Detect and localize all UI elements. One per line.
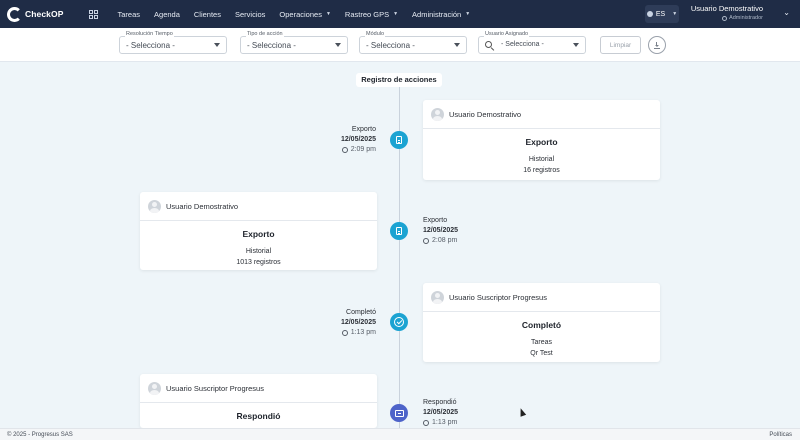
assigned-user-value: - Selecciona - [501,41,544,48]
caret-down-icon: ▼ [672,11,678,17]
file-export-icon [396,227,402,235]
card-title: Exporto [525,137,558,147]
nav-item-clientes[interactable]: Clientes [187,10,228,19]
language-selector[interactable]: ES ▼ [645,5,679,23]
caret-down-icon: ▼ [465,11,471,17]
action-type-label: Tipo de acción [246,31,284,38]
card-line: Tareas [530,339,552,346]
brand-logo[interactable]: CheckOP [7,6,64,22]
nav-item-servicios[interactable]: Servicios [228,10,272,19]
checkop-logo-icon [7,6,22,22]
mouse-cursor-icon [517,407,527,417]
caret-down-icon: ▼ [393,11,399,17]
resolution-select[interactable]: Resolución Tiempo - Selecciona - [119,31,227,54]
nav-item-rastreo-gps[interactable]: Rastreo GPS ▼ [338,10,405,19]
action-type-value: - Selecciona - [247,41,296,50]
event-meta: Exporto 12/05/2025 2:08 pm [423,217,459,244]
clock-icon [341,330,348,336]
user-role: Administrador [691,15,763,21]
assigned-user-label: Usuario Asignado [484,31,530,38]
globe-icon [646,11,653,17]
nav-item-administracion[interactable]: Administración ▼ [405,10,477,19]
card-title: Completó [521,320,562,330]
brand-name: CheckOP [25,9,64,19]
timeline-title: Registro de acciones [356,73,442,87]
event-meta: Completó 12/05/2025 1:13 pm [340,309,376,336]
caret-down-icon [573,43,579,47]
resolution-value: - Selecciona - [126,41,175,50]
clock-icon [423,238,429,244]
nav-item-operaciones[interactable]: Operaciones ▼ [272,10,337,19]
event-card[interactable]: Usuario Demostrativo Exporto Historial 1… [423,100,660,180]
timeline-node [390,131,408,149]
main-menu: Tareas Agenda Clientes Servicios Operaci… [111,10,478,19]
event-card[interactable]: Usuario Suscriptor Progresus Completó Ta… [423,283,660,362]
module-value: - Selecciona - [366,41,415,50]
caret-down-icon: ▼ [325,11,331,17]
footer: © 2025 - Progresus SAS Políticas [0,428,800,440]
download-icon [654,41,660,49]
card-user-name: Usuario Suscriptor Progresus [449,292,547,302]
clear-filters-button[interactable]: Limpiar [600,36,641,54]
role-icon [722,15,728,21]
assigned-user-select[interactable]: Usuario Asignado - Selecciona - [478,31,586,54]
check-circle-icon [394,317,404,327]
clock-icon [423,420,429,426]
event-meta: Respondió 12/05/2025 1:13 pm [423,399,459,426]
user-menu[interactable]: Usuario Demostrativo Administrador [691,4,763,21]
top-navbar: CheckOP Tareas Agenda Clientes Servicios… [0,0,800,28]
user-name: Usuario Demostrativo [690,4,763,13]
avatar [431,107,444,121]
card-user-name: Usuario Suscriptor Progresus [166,383,264,393]
card-line: Qr Test [530,350,553,357]
event-card[interactable]: Usuario Suscriptor Progresus Respondió [140,374,377,428]
module-select[interactable]: Módulo - Selecciona - [359,31,467,54]
filter-bar: Resolución Tiempo - Selecciona - Tipo de… [0,28,800,62]
caret-down-icon [454,43,460,47]
timeline-node [390,404,408,422]
card-line: Historial [528,156,555,163]
resolution-label: Resolución Tiempo [125,31,174,38]
chevron-down-icon[interactable]: ⌄ [783,8,790,17]
action-type-select[interactable]: Tipo de acción - Selecciona - [240,31,348,54]
timeline-node [390,313,408,331]
card-user-name: Usuario Demostrativo [449,109,522,119]
file-export-icon [396,136,402,144]
card-user-name: Usuario Demostrativo [166,201,239,211]
card-title: Exporto [242,229,275,239]
card-title: Respondió [236,411,281,421]
module-label: Módulo [365,31,386,38]
clock-icon [341,147,348,153]
timeline-node [390,222,408,240]
caret-down-icon [335,43,341,47]
language-value: ES [655,10,666,18]
nav-item-agenda[interactable]: Agenda [147,10,187,19]
card-line: 16 registros [523,167,560,174]
copyright: © 2025 - Progresus SAS [7,432,73,438]
card-line: 1013 registros [236,259,281,266]
card-line: Historial [245,248,272,255]
dashboard-grid-icon[interactable] [88,9,98,19]
download-button[interactable] [648,36,666,54]
event-card[interactable]: Usuario Demostrativo Exporto Historial 1… [140,192,377,270]
search-icon [485,41,492,48]
caret-down-icon [214,43,220,47]
nav-item-tareas[interactable]: Tareas [111,10,148,19]
event-meta: Exporto 12/05/2025 2:09 pm [340,126,376,153]
policies-link[interactable]: Políticas [769,432,792,438]
chat-reply-icon [394,409,404,417]
avatar [431,290,444,304]
avatar [148,199,161,213]
avatar [148,381,161,395]
